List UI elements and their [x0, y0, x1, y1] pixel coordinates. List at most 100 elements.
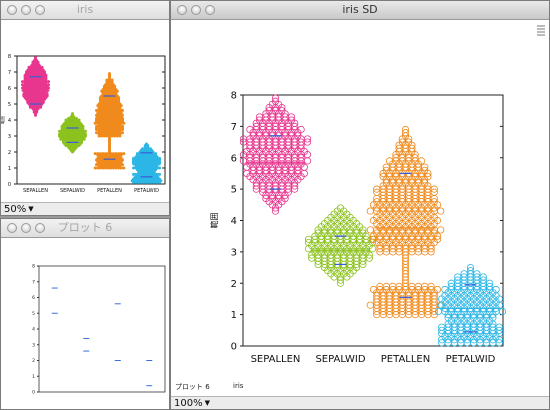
data-point — [27, 65, 31, 69]
x-tick-label: PETALWID — [134, 188, 159, 194]
x-tick-label: PETALWID — [446, 354, 496, 365]
data-point — [135, 152, 139, 156]
zoom-level: 100% — [174, 398, 203, 409]
y-tick-label: 8 — [8, 54, 11, 60]
window-title: プロット 6 — [57, 221, 113, 234]
footer-data-name: iris — [233, 382, 244, 390]
data-point — [47, 83, 50, 87]
y-tick-label: 4 — [231, 216, 237, 227]
plot6-window-titlebar[interactable]: プロット 6 — [1, 219, 169, 238]
data-point — [145, 142, 148, 146]
x-tick-label: PETALLEN — [381, 354, 430, 365]
data-point — [158, 156, 161, 160]
iris-window: iris 0 1 2 3 4 5 6 7 8 範囲 SEPALLEN SEPALWID PETALLEN… — [0, 0, 170, 216]
iris-sd-titlebar[interactable]: iris SD — [171, 1, 549, 20]
small-scatter-chart: 0 1 2 3 4 5 6 7 8 範囲 SEPALLEN SEPALWID PETALLEN PETAL… — [1, 54, 166, 194]
zoom-control[interactable]: 100% ▼ — [171, 396, 549, 409]
y-tick-label: 4 — [8, 118, 11, 124]
data-point — [117, 152, 121, 156]
iris-sd-plot-area: 0 1 2 3 4 5 6 7 8 範囲 SEPALLEN SEPALWID PETALLEN PETAL… — [171, 20, 549, 409]
data-point — [148, 147, 152, 151]
y-tick-label: 6 — [8, 86, 11, 92]
chevron-down-icon[interactable]: ▼ — [205, 399, 210, 407]
close-button[interactable] — [177, 5, 187, 15]
iris-sd-window: iris SD 0 1 2 3 4 5 6 7 8 範囲 SEPALLEN SEPALWID PETAL… — [170, 0, 550, 410]
data-point — [155, 172, 159, 176]
y-axis-label: 範囲 — [209, 213, 219, 229]
data-point — [98, 152, 102, 156]
x-tick-label: PETALLEN — [97, 188, 122, 194]
plot6-plot-area: 0 1 2 3 4 5 6 7 8 — [1, 238, 169, 409]
iris-window-titlebar[interactable]: iris — [1, 1, 169, 20]
resize-grip-icon[interactable] — [537, 24, 545, 38]
data-point — [110, 78, 114, 82]
data-point — [71, 112, 74, 116]
data-point — [366, 226, 374, 234]
data-point — [132, 166, 135, 170]
y-tick-label: 0 — [231, 342, 237, 353]
y-tick-label: 7 — [231, 122, 237, 133]
data-point — [95, 124, 98, 128]
data-point — [121, 124, 124, 128]
x-tick-label: SEPALWID — [60, 188, 85, 194]
chevron-down-icon[interactable]: ▼ — [28, 205, 33, 213]
data-point — [74, 116, 78, 120]
close-button[interactable] — [7, 223, 17, 233]
data-point — [95, 108, 98, 112]
data-point — [47, 80, 50, 84]
footer-tab-label[interactable]: プロット 6 — [175, 382, 210, 392]
x-tick-label: SEPALWID — [315, 354, 365, 365]
data-point — [437, 207, 445, 215]
data-point — [154, 152, 158, 156]
y-tick-label: 6 — [32, 295, 35, 301]
y-tick-label: 8 — [231, 91, 237, 102]
iris-plot-area: 0 1 2 3 4 5 6 7 8 範囲 SEPALLEN SEPALWID PETALLEN PETAL… — [1, 20, 169, 215]
y-tick-label: 5 — [8, 102, 11, 108]
data-point — [21, 80, 24, 84]
y-axis-label: 範囲 — [1, 116, 5, 124]
data-point — [122, 166, 126, 170]
y-tick-label: 7 — [8, 70, 11, 76]
data-point — [366, 207, 374, 215]
zoom-button[interactable] — [35, 223, 45, 233]
data-point — [40, 65, 44, 69]
y-tick-label: 3 — [32, 342, 35, 348]
data-point — [64, 118, 68, 122]
y-tick-label: 4 — [32, 327, 35, 333]
y-tick-label: 0 — [32, 390, 35, 396]
data-point — [158, 172, 161, 176]
plot6-window: プロット 6 0 1 2 3 4 5 6 7 8 — [0, 218, 170, 410]
zoom-button[interactable] — [205, 5, 215, 15]
y-tick-label: 7 — [32, 279, 35, 285]
y-tick-label: 6 — [231, 153, 237, 164]
data-point — [95, 131, 98, 135]
y-tick-label: 3 — [231, 247, 237, 258]
zoom-level: 50% — [4, 204, 27, 215]
data-point — [93, 152, 97, 156]
zoom-button[interactable] — [35, 5, 45, 15]
y-tick-label: 5 — [231, 185, 237, 196]
data-point — [132, 156, 135, 160]
close-button[interactable] — [7, 5, 17, 15]
minimize-button[interactable] — [21, 5, 31, 15]
y-tick-label: 1 — [8, 166, 11, 172]
minimize-button[interactable] — [21, 223, 31, 233]
data-point — [119, 152, 123, 156]
window-title: iris SD — [342, 3, 378, 16]
minimize-button[interactable] — [191, 5, 201, 15]
data-point — [121, 131, 124, 135]
data-point — [58, 129, 61, 133]
y-tick-label: 1 — [32, 374, 35, 380]
y-tick-label: 2 — [32, 358, 35, 364]
data-point — [134, 172, 138, 176]
data-point — [122, 152, 126, 156]
data-point — [67, 116, 71, 120]
x-tick-label: SEPALLEN — [251, 354, 301, 365]
zoom-control[interactable]: 50% ▼ — [1, 202, 169, 215]
window-title: iris — [76, 3, 94, 16]
data-point — [96, 152, 100, 156]
data-point — [114, 152, 118, 156]
y-tick-label: 8 — [32, 264, 35, 270]
data-point — [111, 152, 115, 156]
data-point — [366, 301, 374, 309]
